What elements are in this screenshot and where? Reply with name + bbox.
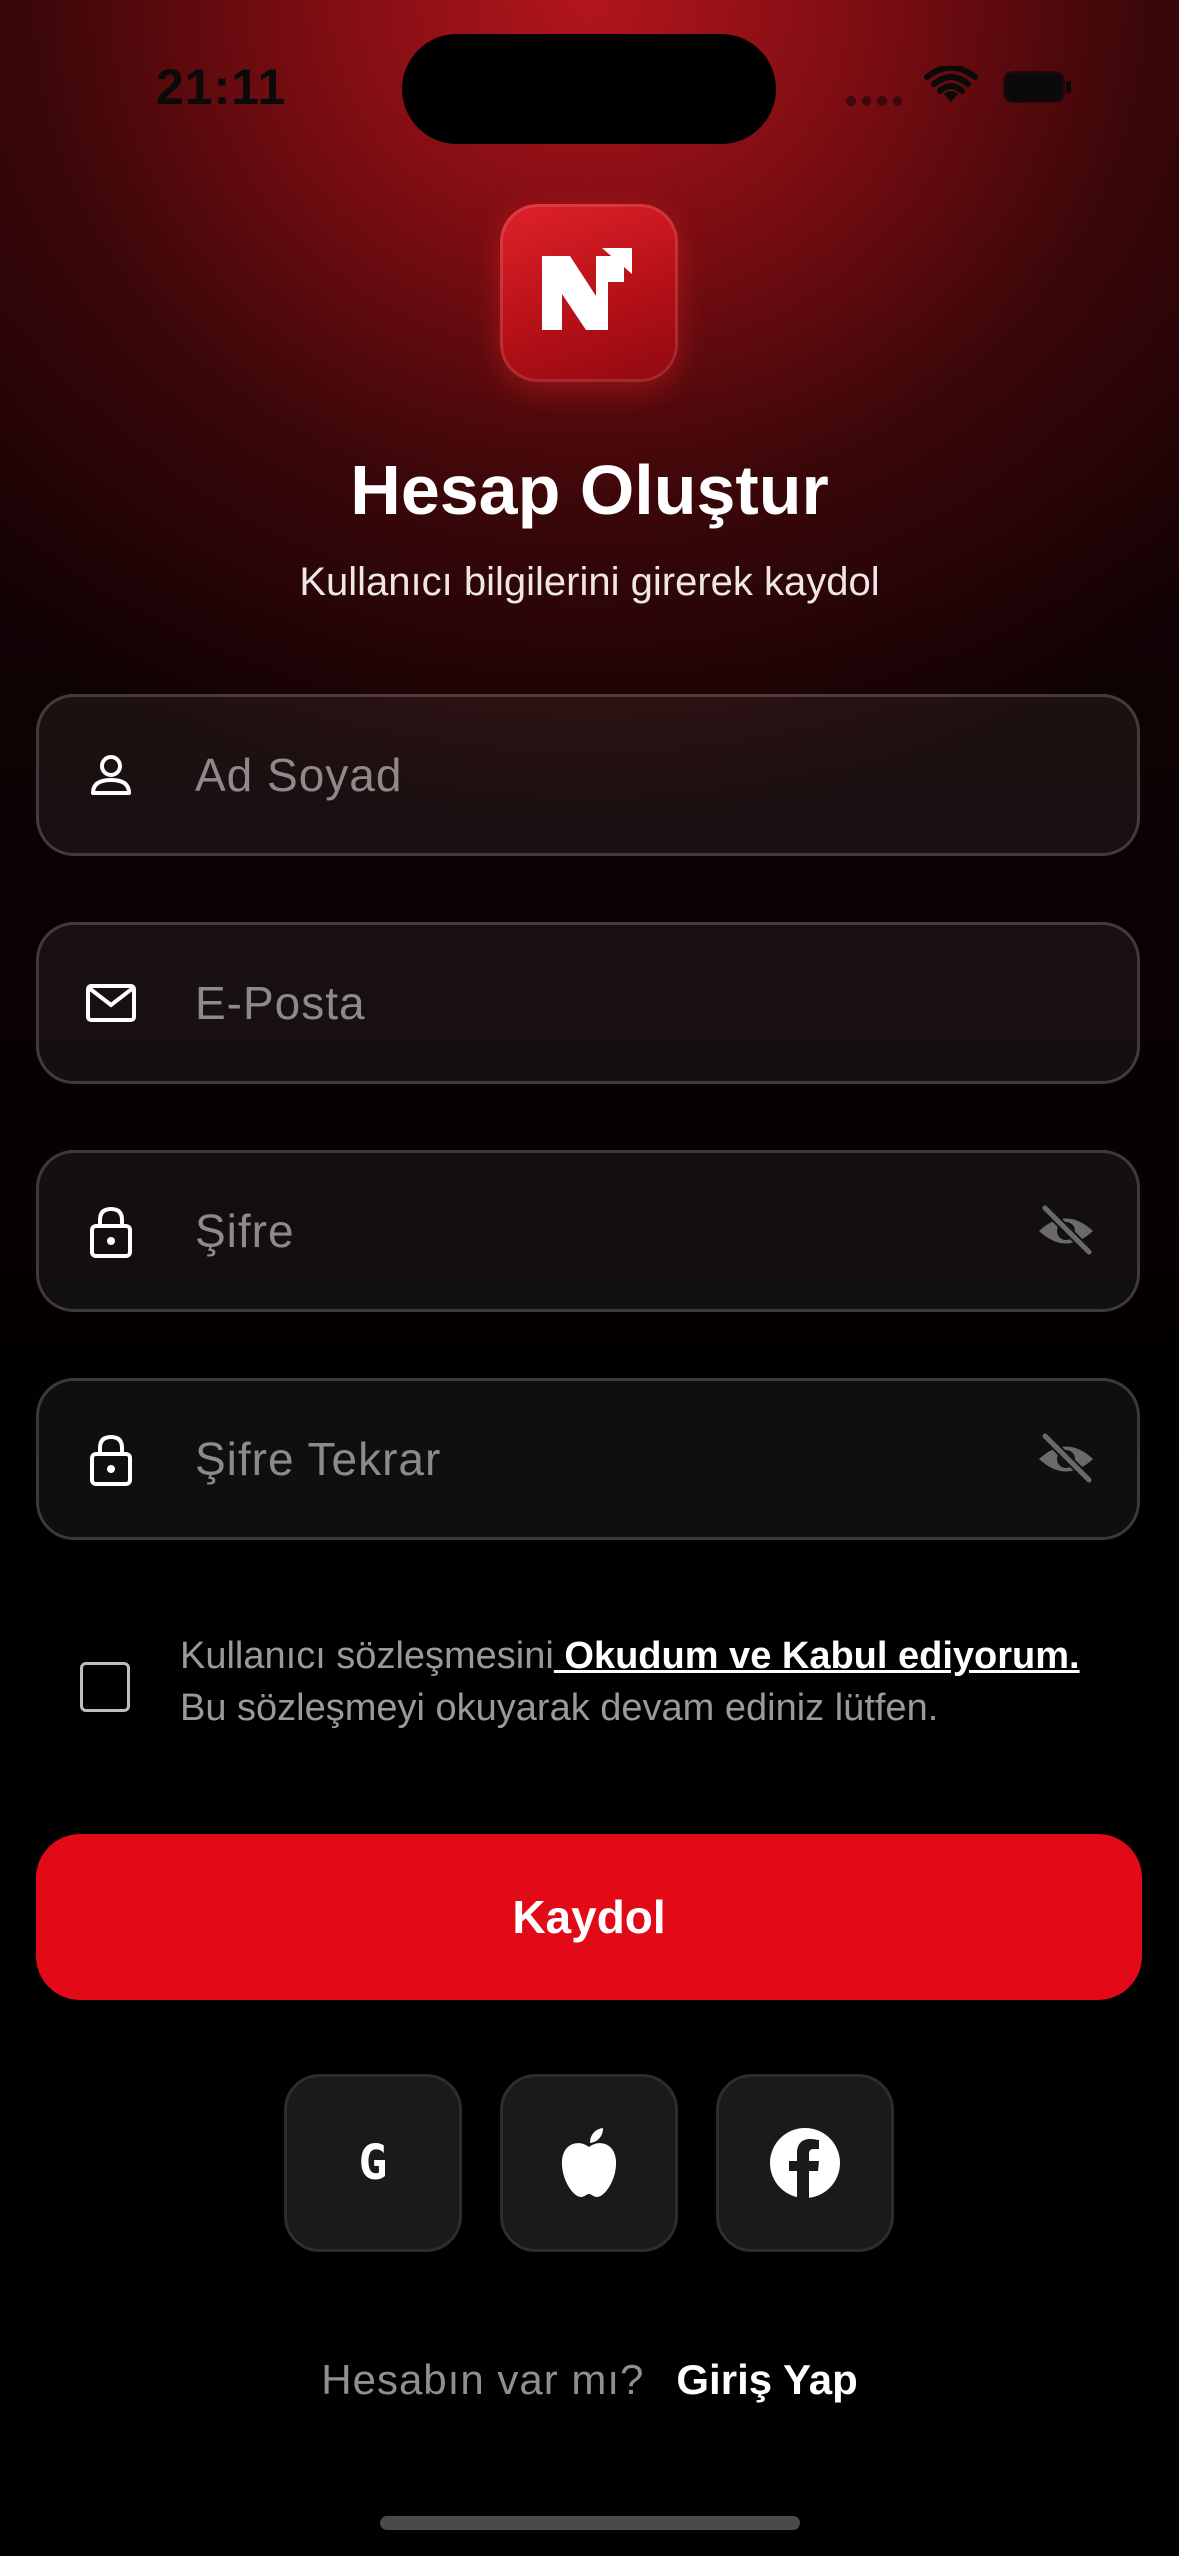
terms-checkbox[interactable] — [80, 1662, 130, 1712]
lock-icon — [90, 1206, 132, 1258]
home-indicator[interactable] — [380, 2516, 800, 2530]
email-placeholder: E-Posta — [195, 977, 366, 1029]
terms-prefix: Kullanıcı sözleşmesini — [180, 1635, 554, 1677]
status-time: 21:11 — [156, 59, 287, 115]
google-button[interactable]: G — [284, 2074, 462, 2252]
eye-off-icon[interactable] — [1035, 1428, 1097, 1490]
password-repeat-placeholder: Şifre Tekrar — [195, 1433, 442, 1485]
password-repeat-field[interactable]: Şifre Tekrar — [36, 1378, 1140, 1540]
login-question: Hesabın var mı? — [321, 2356, 645, 2403]
password-placeholder: Şifre — [195, 1205, 295, 1257]
app-logo — [500, 204, 678, 382]
apple-icon — [561, 2128, 617, 2197]
password-field[interactable]: Şifre — [36, 1150, 1140, 1312]
lock-icon — [90, 1434, 132, 1486]
login-prompt: Hesabın var mı? Giriş Yap — [0, 2356, 1179, 2404]
signal-dots-icon — [846, 96, 902, 106]
apple-button[interactable] — [500, 2074, 678, 2252]
email-field[interactable]: E-Posta — [36, 922, 1140, 1084]
logo-mark-icon — [542, 248, 632, 330]
google-icon: G — [358, 2135, 388, 2191]
login-link[interactable]: Giriş Yap — [676, 2356, 857, 2403]
facebook-icon — [770, 2128, 840, 2199]
terms-note: Bu sözleşmeyi okuyarak devam ediniz lütf… — [180, 1687, 939, 1729]
name-field[interactable]: Ad Soyad — [36, 694, 1140, 856]
wifi-icon — [924, 66, 978, 102]
page-subtitle: Kullanıcı bilgilerini girerek kaydol — [299, 560, 880, 604]
facebook-button[interactable] — [716, 2074, 894, 2252]
mail-icon — [86, 984, 136, 1022]
page-title: Hesap Oluştur — [350, 451, 829, 529]
person-icon — [91, 755, 131, 795]
terms-link[interactable]: Okudum ve Kabul ediyorum. — [554, 1635, 1079, 1677]
register-button[interactable]: Kaydol — [36, 1834, 1142, 2000]
battery-icon — [1003, 71, 1071, 103]
name-placeholder: Ad Soyad — [195, 749, 403, 801]
dynamic-island — [402, 34, 776, 144]
terms-text: Kullanıcı sözleşmesini Okudum ve Kabul e… — [180, 1630, 1080, 1734]
eye-off-icon[interactable] — [1035, 1200, 1097, 1262]
